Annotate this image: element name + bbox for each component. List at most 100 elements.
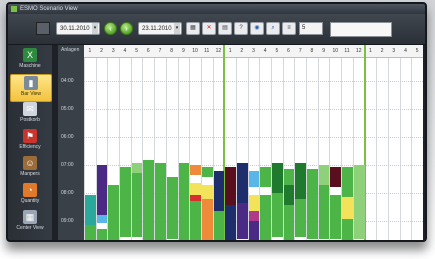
column-header-cell[interactable]: 11 bbox=[341, 45, 353, 57]
schedule-block[interactable] bbox=[225, 205, 236, 240]
schedule-block[interactable] bbox=[155, 163, 166, 240]
column-header-cell[interactable]: 9 bbox=[178, 45, 190, 57]
date-from-field[interactable]: 30.11.2010 ▾ bbox=[56, 22, 100, 35]
schedule-block[interactable] bbox=[190, 201, 201, 240]
sidebar-item-maschine[interactable]: X Maschine bbox=[10, 47, 50, 73]
column-header-cell[interactable]: 3 bbox=[107, 45, 119, 57]
schedule-block[interactable] bbox=[236, 163, 248, 203]
column-header-cell[interactable]: 9 bbox=[318, 45, 330, 57]
column-header-cell[interactable]: 5 bbox=[131, 45, 143, 57]
schedule-block[interactable] bbox=[248, 195, 260, 211]
schedule-block[interactable] bbox=[283, 185, 295, 205]
sidebar-item-bar-view[interactable]: ▮ Bar View bbox=[10, 74, 52, 102]
sidebar-item-center-view[interactable]: ▦ Center View bbox=[10, 209, 50, 235]
column-header-cell[interactable]: 2 bbox=[376, 45, 388, 57]
schedule-block[interactable] bbox=[143, 160, 155, 240]
schedule-block[interactable] bbox=[236, 203, 248, 239]
sidebar-item-postkorb[interactable]: ✉ Postkorb bbox=[10, 101, 50, 127]
sidebar-item-manpers[interactable]: ☺ Manpers bbox=[10, 155, 50, 181]
schedule-block[interactable] bbox=[248, 171, 260, 187]
schedule-block[interactable] bbox=[108, 171, 120, 185]
column-header-cell[interactable]: 1 bbox=[224, 45, 236, 57]
schedule-block[interactable] bbox=[166, 161, 178, 177]
schedule-block[interactable] bbox=[353, 165, 365, 239]
zoom-icon[interactable]: ⌕ bbox=[266, 22, 280, 35]
column-header-cell[interactable]: 4 bbox=[119, 45, 131, 57]
column-header-cell[interactable]: 8 bbox=[166, 45, 178, 57]
schedule-block[interactable] bbox=[272, 193, 283, 237]
column-header-cell[interactable]: 7 bbox=[154, 45, 166, 57]
schedule-block[interactable] bbox=[342, 167, 353, 197]
schedule-block[interactable] bbox=[248, 211, 260, 221]
schedule-block[interactable] bbox=[131, 163, 143, 173]
schedule-block[interactable] bbox=[178, 163, 190, 240]
schedule-block[interactable] bbox=[307, 169, 318, 239]
schedule-block[interactable] bbox=[190, 175, 201, 183]
list-icon[interactable]: ≡ bbox=[282, 22, 296, 35]
schedule-block[interactable] bbox=[131, 173, 143, 237]
red-x-icon[interactable]: ✕ bbox=[202, 22, 216, 35]
chevron-down-icon[interactable]: ▾ bbox=[174, 23, 180, 34]
schedule-block[interactable] bbox=[330, 195, 342, 239]
column-header-cell[interactable]: 1 bbox=[84, 45, 96, 57]
column-header-cell[interactable]: 2 bbox=[96, 45, 108, 57]
column-header-cell[interactable]: 4 bbox=[259, 45, 271, 57]
schedule-block[interactable] bbox=[213, 171, 225, 211]
column-header-cell[interactable]: 8 bbox=[306, 45, 318, 57]
schedule-block[interactable] bbox=[260, 187, 272, 195]
schedule-block[interactable] bbox=[225, 167, 236, 205]
column-header-cell[interactable]: 1 bbox=[365, 45, 377, 57]
sidebar-item-efficiency[interactable]: ⚑ Efficiency bbox=[10, 128, 50, 154]
schedule-block[interactable] bbox=[248, 187, 260, 195]
schedule-block[interactable] bbox=[318, 185, 330, 239]
schedule-block[interactable] bbox=[295, 163, 307, 199]
column-header-cell[interactable]: 3 bbox=[248, 45, 260, 57]
date-to-field[interactable]: 23.11.2010 ▾ bbox=[138, 22, 182, 35]
schedule-block[interactable] bbox=[166, 177, 178, 239]
column-header-cell[interactable]: 5 bbox=[271, 45, 283, 57]
schedule-block[interactable] bbox=[96, 215, 108, 223]
forward-button[interactable]: › bbox=[120, 22, 133, 35]
schedule-block[interactable] bbox=[120, 167, 131, 237]
sidebar-item-quantity[interactable]: ◔ Quantity bbox=[10, 182, 50, 208]
schedule-block[interactable] bbox=[283, 205, 295, 240]
column-header-cell[interactable]: 4 bbox=[400, 45, 412, 57]
schedule-block[interactable] bbox=[330, 187, 342, 195]
schedule-block[interactable] bbox=[201, 199, 213, 240]
schedule-block[interactable] bbox=[213, 211, 225, 240]
schedule-block[interactable] bbox=[96, 165, 108, 215]
schedule-block[interactable] bbox=[342, 219, 353, 240]
calendar-icon[interactable]: ▦ bbox=[186, 22, 200, 35]
calendar-grid-icon[interactable]: ▤ bbox=[218, 22, 232, 35]
column-header-cell[interactable]: 7 bbox=[294, 45, 306, 57]
eye-icon[interactable]: ◉ bbox=[250, 22, 264, 35]
schedule-block[interactable] bbox=[295, 199, 307, 237]
schedule-block[interactable] bbox=[201, 177, 213, 185]
column-header-cell[interactable]: 10 bbox=[329, 45, 341, 57]
column-header-cell[interactable]: 6 bbox=[283, 45, 295, 57]
schedule-block[interactable] bbox=[96, 229, 108, 240]
schedule-block[interactable] bbox=[201, 185, 213, 199]
help-icon[interactable]: ? bbox=[234, 22, 248, 35]
column-header-cell[interactable]: 5 bbox=[411, 45, 423, 57]
back-button[interactable]: ‹ bbox=[104, 22, 117, 35]
schedule-block[interactable] bbox=[260, 167, 272, 187]
schedule-block[interactable] bbox=[260, 195, 272, 240]
schedule-block[interactable] bbox=[283, 169, 295, 185]
filter-select[interactable]: 5 bbox=[299, 22, 323, 35]
schedule-block[interactable] bbox=[190, 165, 201, 175]
schedule-block[interactable] bbox=[201, 167, 213, 177]
column-header-cell[interactable]: 2 bbox=[236, 45, 248, 57]
search-input[interactable] bbox=[330, 22, 392, 37]
column-header-cell[interactable]: 11 bbox=[201, 45, 213, 57]
schedule-block[interactable] bbox=[85, 195, 96, 225]
schedule-block[interactable] bbox=[248, 221, 260, 240]
schedule-block[interactable] bbox=[108, 185, 120, 240]
chevron-down-icon[interactable]: ▾ bbox=[92, 23, 98, 34]
schedule-block[interactable] bbox=[190, 183, 201, 195]
schedule-block[interactable] bbox=[342, 197, 353, 219]
schedule-block[interactable] bbox=[318, 165, 330, 185]
column-header-cell[interactable]: 6 bbox=[142, 45, 154, 57]
schedule-block[interactable] bbox=[330, 167, 342, 187]
column-header-cell[interactable]: 10 bbox=[189, 45, 201, 57]
